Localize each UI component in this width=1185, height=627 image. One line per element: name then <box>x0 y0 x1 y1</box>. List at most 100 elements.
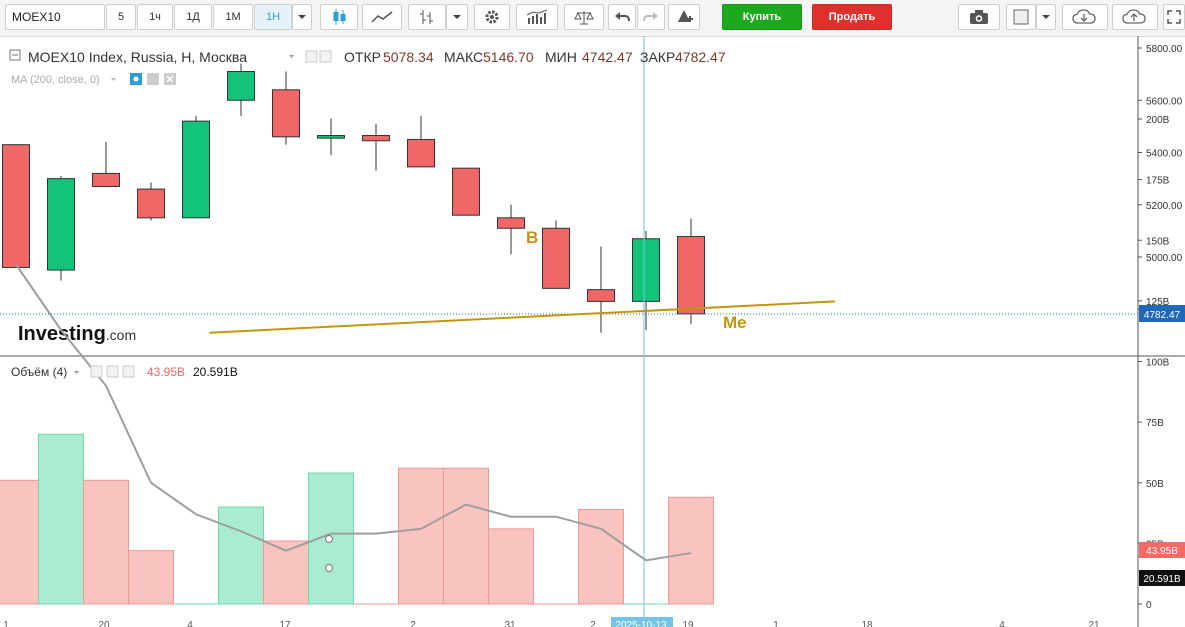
volume-remove-icon[interactable] <box>122 365 135 378</box>
color-dropdown-button[interactable] <box>1036 4 1056 30</box>
volume-bar[interactable] <box>0 479 39 605</box>
interval-5-button[interactable]: 5 <box>106 4 136 30</box>
high-label: МАКС <box>444 49 483 65</box>
fullscreen-button[interactable] <box>1163 4 1185 30</box>
candles-style-button[interactable] <box>320 4 358 30</box>
price-tick-label: 5400.00 <box>1146 149 1183 160</box>
volume-tick-label: 200B <box>1146 115 1170 126</box>
candle-body[interactable] <box>2 144 30 268</box>
volume-bar[interactable] <box>128 550 174 605</box>
volume-visibility-icon[interactable] <box>90 365 103 378</box>
settings-button[interactable] <box>474 4 510 30</box>
alert-button[interactable] <box>668 4 700 30</box>
annotation-b[interactable]: B <box>526 228 538 247</box>
candle-body[interactable] <box>497 217 525 229</box>
title-dropdown-icon[interactable] <box>289 55 294 58</box>
time-tick-label: 17 <box>279 620 291 627</box>
volume-bar[interactable] <box>443 467 489 605</box>
interval-1m-button[interactable]: 1М <box>213 4 253 30</box>
candle-body[interactable] <box>362 135 390 142</box>
bars-style-button[interactable] <box>408 4 446 30</box>
time-tick-label: 1 <box>773 620 779 627</box>
line-handle-bottom[interactable] <box>325 564 333 572</box>
interval-1d-button[interactable]: 1Д <box>174 4 212 30</box>
area-chart-style-button[interactable] <box>362 4 402 30</box>
ma-dropdown-icon[interactable] <box>111 78 116 81</box>
volume-tick-label: 100B <box>1146 358 1170 369</box>
volume-settings-icon[interactable] <box>106 365 119 378</box>
legend-settings-icon[interactable] <box>319 50 332 63</box>
screenshot-button[interactable] <box>958 4 1000 30</box>
sell-button[interactable]: Продать <box>812 4 892 30</box>
time-tick-label: 20 <box>98 620 110 627</box>
volume-bar[interactable] <box>398 467 444 605</box>
volume-badge-2-label: 20.591B <box>1143 574 1181 585</box>
volume-value-1: 43.95B <box>147 365 185 379</box>
volume-tick-label: 175B <box>1146 176 1170 187</box>
interval-1w-button[interactable]: 1Н <box>254 4 292 30</box>
legend-visibility-icon[interactable] <box>305 50 318 63</box>
volume-axis[interactable]: 200B175B150B125B100B75B50B25B0 <box>1138 115 1170 611</box>
camera-icon <box>970 10 988 24</box>
instrument-title: MOEX10 Index, Russia, H, Москва <box>28 49 247 65</box>
redo-button[interactable] <box>637 4 665 30</box>
low-label: МИН <box>545 49 577 65</box>
ma-settings-icon[interactable] <box>147 73 159 85</box>
cloud-download-icon <box>1072 9 1096 24</box>
time-tick-label: 21 <box>1088 620 1100 627</box>
time-tick-label: 2 <box>410 620 416 627</box>
load-chart-button[interactable] <box>1062 4 1108 30</box>
candle-body[interactable] <box>272 89 300 138</box>
candle-body[interactable] <box>677 236 705 315</box>
candle-body[interactable] <box>47 178 75 271</box>
indicators-button[interactable] <box>516 4 558 30</box>
candle-body[interactable] <box>542 227 570 289</box>
investing-logo: Investing.com <box>18 323 136 345</box>
time-tick-label: 19 <box>682 620 694 627</box>
line-handle-top[interactable] <box>325 535 333 543</box>
chart-area[interactable]: 5800.005600.005400.005200.005000.004800.… <box>0 36 1185 627</box>
volume-bar[interactable] <box>38 433 84 605</box>
ma-indicator-label[interactable]: MA (200, close, 0) <box>11 74 100 86</box>
interval-1h-button[interactable]: 1ч <box>137 4 173 30</box>
chart-type-dropdown-button[interactable] <box>446 4 468 30</box>
time-axis[interactable]: 1 20 4 17 2 31 2 2025-10-13 19 1 18 4 21 <box>3 617 1100 627</box>
candle-body[interactable] <box>317 135 345 139</box>
candle-body[interactable] <box>227 71 255 101</box>
time-tick-label: 18 <box>861 620 873 627</box>
volume-tick-label: 75B <box>1146 418 1164 429</box>
candle-body[interactable] <box>632 238 660 302</box>
price-tick-label: 5800.00 <box>1146 44 1183 55</box>
volume-bar[interactable] <box>218 506 264 605</box>
volume-tick-label: 150B <box>1146 236 1170 247</box>
compare-scales-icon <box>574 11 594 25</box>
time-tick-label: 4 <box>187 620 193 627</box>
compare-button[interactable] <box>564 4 604 30</box>
close-label: ЗАКР <box>640 49 675 65</box>
interval-dropdown-button[interactable] <box>292 4 312 30</box>
volume-bar[interactable] <box>668 496 714 605</box>
close-value: 4782.47 <box>675 49 726 65</box>
color-square-icon <box>1013 9 1029 25</box>
volume-dropdown-icon[interactable] <box>74 371 79 374</box>
candle-body[interactable] <box>182 120 210 219</box>
undo-button[interactable] <box>608 4 636 30</box>
candle-body[interactable] <box>587 289 615 302</box>
save-chart-button[interactable] <box>1112 4 1158 30</box>
color-picker-button[interactable] <box>1006 4 1036 30</box>
time-tick-label: 2025-10-13 <box>615 620 667 627</box>
volume-tick-label: 0 <box>1146 600 1152 611</box>
candle-body[interactable] <box>407 138 435 168</box>
price-tick-label: 5600.00 <box>1146 96 1183 107</box>
candle-body[interactable] <box>137 188 165 219</box>
annotation-me[interactable]: Me <box>723 313 747 332</box>
volume-tick-label: 125B <box>1146 297 1170 308</box>
candle-body[interactable] <box>92 172 120 187</box>
volume-indicator-label[interactable]: Объём (4) <box>11 365 67 379</box>
volume-bar[interactable] <box>488 528 534 605</box>
time-tick-label: 31 <box>504 620 516 627</box>
buy-button[interactable]: Купить <box>722 4 802 30</box>
symbol-search-input[interactable]: MOEX10 <box>5 4 105 30</box>
volume-bar[interactable] <box>83 479 129 605</box>
candle-body[interactable] <box>452 167 480 216</box>
